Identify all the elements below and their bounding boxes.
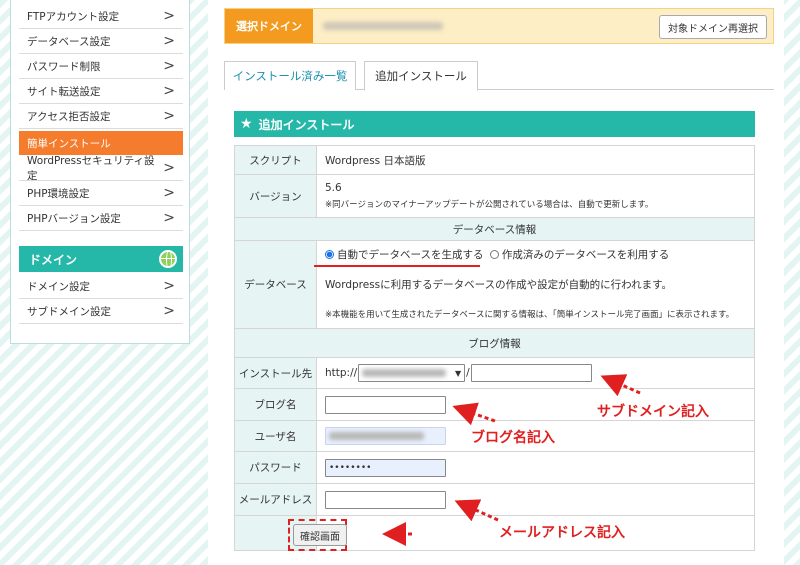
- sidebar-item-label: PHPバージョン設定: [27, 212, 121, 225]
- domain-select[interactable]: ▼: [358, 364, 466, 382]
- version-note: ※同バージョンのマイナーアップデートが公開されている場合は、自動で更新します。: [325, 200, 654, 210]
- sidebar-item-label: PHP環境設定: [27, 187, 90, 200]
- subdomain-input[interactable]: [470, 364, 592, 382]
- sidebar-item-label: FTPアカウント設定: [27, 10, 120, 23]
- sidebar-item-password-limit[interactable]: パスワード制限 >: [19, 54, 183, 79]
- chevron-right-icon: >: [163, 33, 175, 49]
- star-icon: ★: [240, 116, 253, 132]
- annotation-email: メールアドレス記入: [499, 525, 625, 541]
- radio-auto-db-label[interactable]: 自動でデータベースを生成する: [337, 249, 483, 261]
- form-row-database: データベース 自動でデータベースを生成する 作成済みのデータベースを利用する W…: [234, 241, 755, 329]
- sidebar-header-label: ドメイン: [29, 252, 78, 267]
- chevron-right-icon: >: [163, 303, 175, 319]
- sidebar-item-subdomain-settings[interactable]: サブドメイン設定 >: [19, 299, 183, 324]
- tab-installed-list[interactable]: インストール済み一覧: [224, 61, 356, 90]
- sidebar-item-access-deny[interactable]: アクセス拒否設定 >: [19, 104, 183, 129]
- database-label: データベース: [235, 241, 317, 328]
- chevron-right-icon: >: [163, 278, 175, 294]
- chevron-down-icon: ▼: [455, 368, 462, 378]
- annotation-blog-name: ブログ名記入: [471, 430, 555, 446]
- sidebar-item-label: WordPressセキュリティ設定: [27, 155, 155, 182]
- email-label: メールアドレス: [235, 484, 317, 515]
- sidebar-domain-header: ドメイン: [19, 246, 183, 272]
- chevron-right-icon: >: [163, 210, 175, 226]
- email-input[interactable]: [325, 490, 446, 509]
- sidebar-item-php-env[interactable]: PHP環境設定 >: [19, 181, 183, 206]
- sidebar-item-domain-settings[interactable]: ドメイン設定 >: [19, 274, 183, 299]
- sidebar: FTPアカウント設定 > データベース設定 > パスワード制限 > サイト転送設定 > …: [10, 0, 190, 344]
- install-sep: /: [466, 367, 470, 379]
- selected-domain-bar: 選択ドメイン 対象ドメイン再選択: [224, 8, 774, 44]
- auto-db-underline: [314, 265, 480, 267]
- install-path-label: インストール先: [235, 358, 317, 388]
- chevron-right-icon: >: [163, 160, 175, 176]
- section-title-text: 追加インストール: [258, 117, 355, 132]
- form-row-version: バージョン 5.6 ※同バージョンのマイナーアップデートが公開されている場合は、…: [234, 175, 755, 218]
- reselect-domain-button[interactable]: 対象ドメイン再選択: [659, 15, 767, 39]
- sidebar-item-label: アクセス拒否設定: [27, 110, 111, 123]
- version-label: バージョン: [235, 175, 317, 217]
- password-label: パスワード: [235, 452, 317, 483]
- database-options: 自動でデータベースを生成する 作成済みのデータベースを利用する: [325, 247, 754, 262]
- install-prefix: http://: [325, 367, 358, 379]
- sidebar-item-label: サブドメイン設定: [27, 305, 111, 318]
- sidebar-item-label: データベース設定: [27, 35, 111, 48]
- sidebar-item-label: ドメイン設定: [27, 280, 90, 293]
- sidebar-item-php-version[interactable]: PHPバージョン設定 >: [19, 206, 183, 231]
- tab-add-install[interactable]: 追加インストール: [364, 61, 478, 91]
- confirm-button[interactable]: 確認画面: [293, 524, 347, 546]
- chevron-right-icon: >: [163, 83, 175, 99]
- radio-auto-db[interactable]: [325, 250, 334, 259]
- sidebar-item-label: サイト転送設定: [27, 85, 101, 98]
- script-label: スクリプト: [235, 146, 317, 174]
- sidebar-item-wp-security[interactable]: WordPressセキュリティ設定 >: [19, 155, 183, 182]
- radio-existing-db[interactable]: [489, 250, 499, 259]
- annotation-subdomain: サブドメイン記入: [597, 404, 709, 420]
- section-title: ★ 追加インストール: [234, 111, 755, 137]
- globe-icon: [159, 250, 177, 268]
- chevron-right-icon: >: [163, 8, 175, 24]
- sidebar-item-ftp[interactable]: FTPアカウント設定 >: [19, 4, 183, 29]
- password-input[interactable]: ••••••••: [325, 458, 446, 477]
- selected-domain-label: 選択ドメイン: [225, 9, 313, 43]
- main-content: 選択ドメイン 対象ドメイン再選択 インストール済み一覧 追加インストール ★ 追…: [208, 0, 784, 565]
- form-row-password: パスワード ••••••••: [234, 452, 755, 484]
- sidebar-item-label: パスワード制限: [27, 60, 101, 73]
- db-info-heading: データベース情報: [234, 218, 755, 241]
- chevron-right-icon: >: [163, 58, 175, 74]
- form-row-script: スクリプト Wordpress 日本語版: [234, 145, 755, 175]
- chevron-right-icon: >: [163, 108, 175, 124]
- sidebar-item-database[interactable]: データベース設定 >: [19, 29, 183, 54]
- chevron-right-icon: >: [163, 185, 175, 201]
- blog-name-label: ブログ名: [235, 389, 317, 420]
- sidebar-item-site-redirect[interactable]: サイト転送設定 >: [19, 79, 183, 104]
- radio-existing-db-label[interactable]: 作成済みのデータベースを利用する: [502, 249, 669, 261]
- blog-info-heading: ブログ情報: [234, 329, 755, 358]
- script-value: Wordpress 日本語版: [325, 154, 426, 167]
- sidebar-item-label: 簡単インストール: [27, 137, 111, 150]
- domain-select-value-redacted: [362, 369, 447, 377]
- sidebar-item-easy-install[interactable]: 簡単インストール: [19, 131, 183, 155]
- username-input[interactable]: [325, 427, 446, 445]
- selected-domain-value-redacted: [323, 22, 443, 30]
- tab-bar: インストール済み一覧 追加インストール: [224, 61, 774, 91]
- form-row-email: メールアドレス: [234, 484, 755, 516]
- username-label: ユーザ名: [235, 421, 317, 451]
- database-note: ※本機能を用いて生成されたデータベースに関する情報は、「簡単インストール完了画面…: [325, 310, 735, 320]
- version-value: 5.6: [325, 182, 342, 194]
- form-row-install-path: インストール先 http:// ▼ /: [234, 358, 755, 389]
- database-description: Wordpressに利用するデータベースの作成や設定が自動的に行われます。: [325, 279, 673, 291]
- username-value-redacted: [329, 432, 424, 440]
- blog-name-input[interactable]: [325, 395, 446, 414]
